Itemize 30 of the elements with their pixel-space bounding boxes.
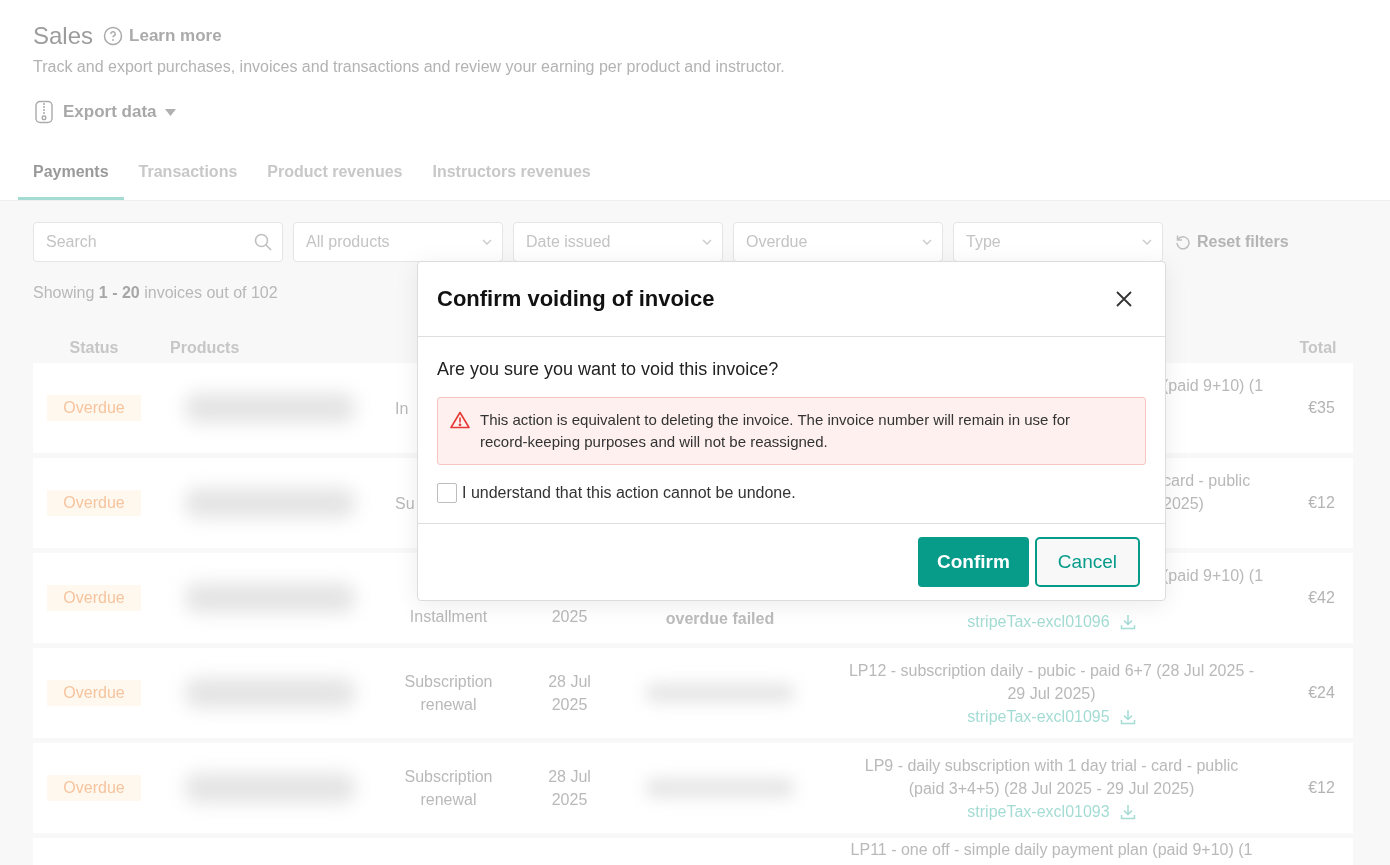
status-badge: Overdue xyxy=(47,775,141,801)
warning-text: This action is equivalent to deleting the invoice. The invoice number will remain in use for record-keeping purposes and will not be reassigned. xyxy=(480,410,1072,452)
status-badge: Overdue xyxy=(47,490,141,516)
type-cell-text: In xyxy=(394,398,409,419)
page-subtitle: Track and export purchases, invoices and transactions and review your earning per product and instructor. xyxy=(32,58,786,76)
total-cell: €24 xyxy=(1308,684,1335,702)
page-title: Sales xyxy=(33,22,94,50)
type-cell-text: Subscription renewal xyxy=(403,672,494,715)
description-text: LP11 - one off - simple daily payment plan (paid 9+10) (1 xyxy=(850,840,1253,860)
date-cell-text: 2025 xyxy=(550,607,589,627)
status-badge: Overdue xyxy=(47,395,141,421)
date-cell-text: 28 Jul 2025 xyxy=(547,767,592,810)
total-cell: €35 xyxy=(1308,399,1335,417)
results-summary: Showing 1 - 20 invoices out of 102 xyxy=(33,284,278,302)
type-cell-text: Subscription renewal xyxy=(403,767,494,810)
dialog-title: Confirm voiding of invoice xyxy=(437,286,715,312)
total-cell: €42 xyxy=(1308,589,1335,607)
date-cell-text: 28 Jul 2025 xyxy=(547,672,592,715)
status-badge: Overdue xyxy=(47,680,141,706)
total-cell: €12 xyxy=(1308,779,1335,797)
description-text: (paid 3+4+5) (28 Jul 2025 - 29 Jul 2025) xyxy=(908,779,1195,799)
description-text: LP12 - subscription daily - pubic - paid 6+7 (28 Jul 2025 - xyxy=(848,661,1255,681)
description-text: 29 Jul 2025) xyxy=(1007,684,1096,704)
reference-cell: overdue failed xyxy=(665,610,775,628)
description-text: LP9 - daily subscription with 1 day trial - card - public xyxy=(864,756,1239,776)
type-cell-text: Installment xyxy=(408,607,489,627)
type-cell-text: Su xyxy=(394,493,415,514)
total-cell: €12 xyxy=(1308,494,1335,512)
dialog-question: Are you sure you want to void this invoice? xyxy=(437,359,780,380)
status-badge: Overdue xyxy=(47,585,141,611)
